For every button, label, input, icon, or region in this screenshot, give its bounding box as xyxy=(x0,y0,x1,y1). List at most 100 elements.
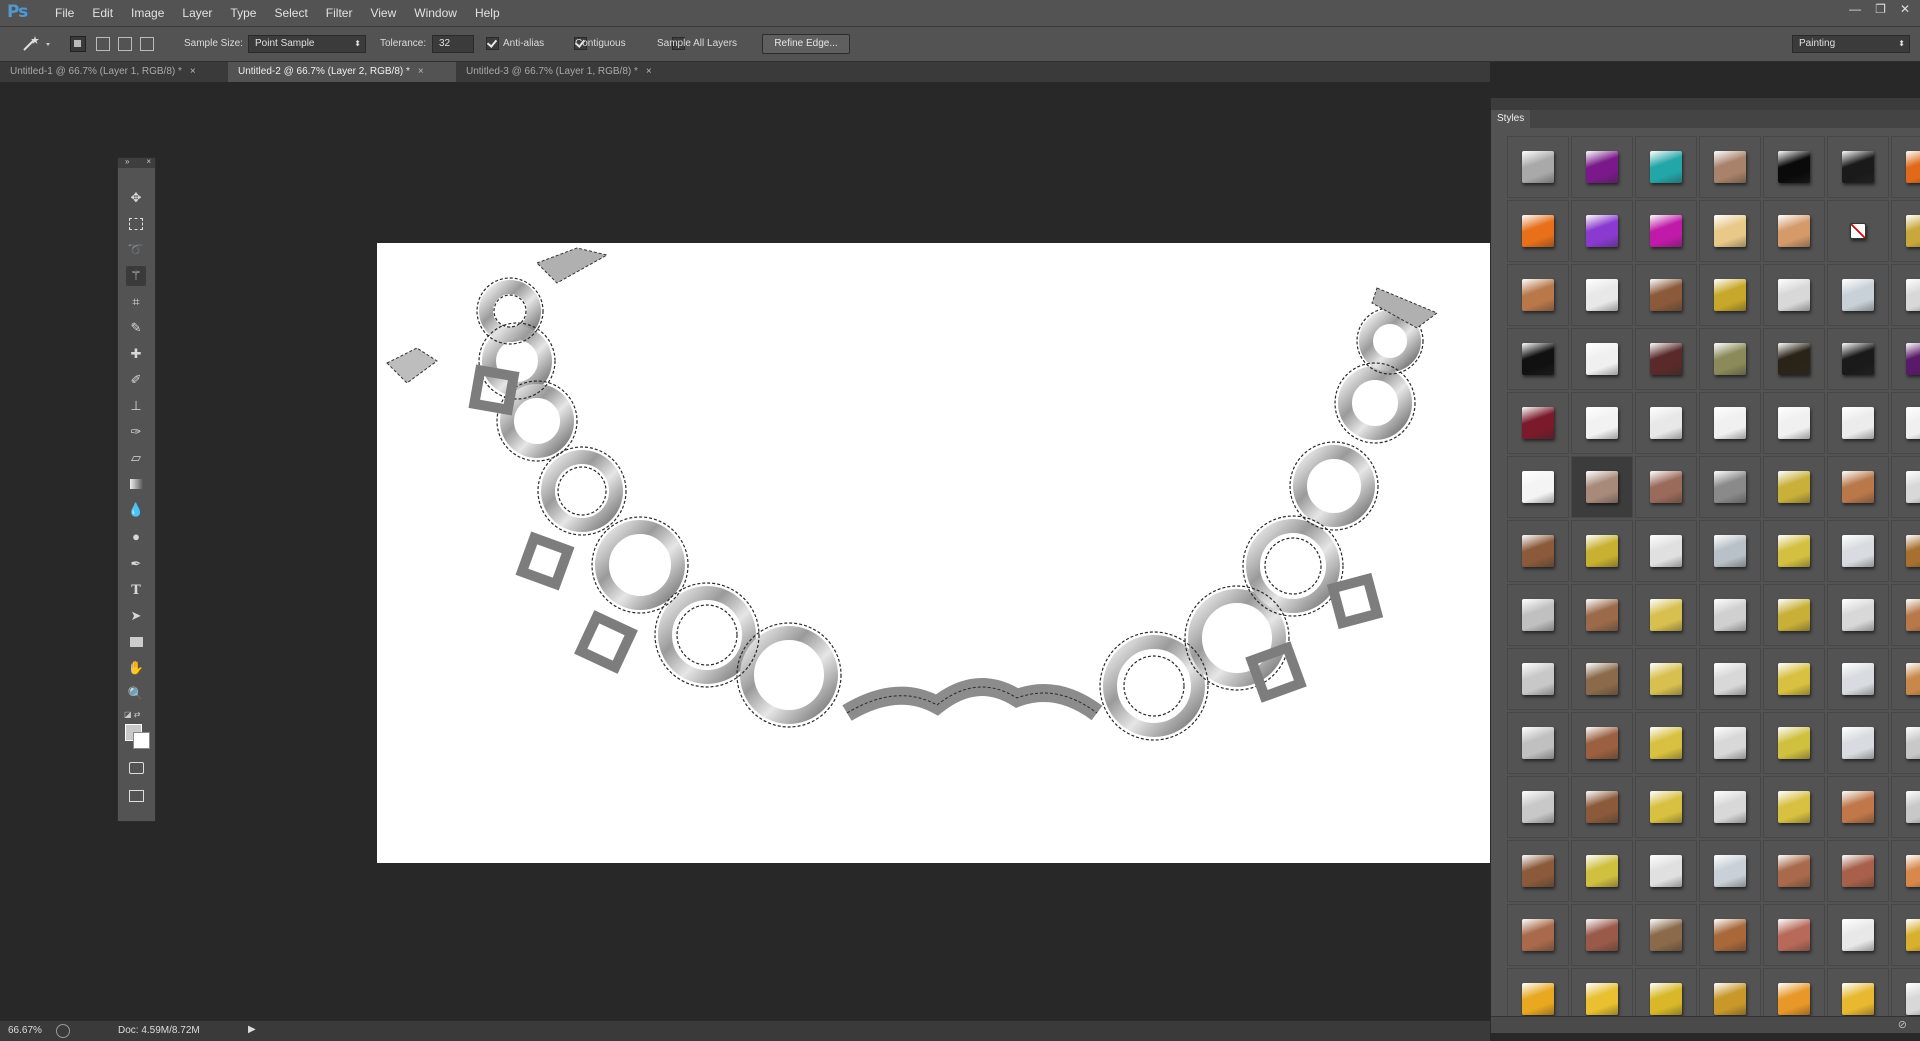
style-swatch[interactable] xyxy=(1571,328,1633,390)
style-swatch[interactable] xyxy=(1699,392,1761,454)
zoom-tool-icon[interactable]: 🔍 xyxy=(126,684,146,704)
style-swatch[interactable] xyxy=(1507,776,1569,838)
style-swatch[interactable] xyxy=(1507,264,1569,326)
menu-edit[interactable]: Edit xyxy=(83,0,122,26)
style-swatch[interactable] xyxy=(1827,328,1889,390)
menu-layer[interactable]: Layer xyxy=(173,0,221,26)
style-swatch[interactable] xyxy=(1891,200,1920,262)
pen-tool-icon[interactable]: ✒ xyxy=(126,554,146,574)
style-swatch[interactable] xyxy=(1571,392,1633,454)
style-swatch[interactable] xyxy=(1891,584,1920,646)
style-swatch[interactable] xyxy=(1827,840,1889,902)
selection-mode-subtract-icon[interactable] xyxy=(118,37,132,51)
style-swatch[interactable] xyxy=(1635,328,1697,390)
style-swatch[interactable] xyxy=(1507,136,1569,198)
close-icon[interactable]: × xyxy=(418,66,424,77)
style-swatch[interactable] xyxy=(1571,584,1633,646)
minimize-button[interactable]: — xyxy=(1849,2,1861,16)
style-swatch[interactable] xyxy=(1763,328,1825,390)
move-tool-icon[interactable]: ✥ xyxy=(126,188,146,208)
style-swatch[interactable] xyxy=(1699,712,1761,774)
style-swatch[interactable] xyxy=(1571,264,1633,326)
style-swatch[interactable] xyxy=(1827,520,1889,582)
close-icon[interactable]: × xyxy=(190,66,196,77)
style-swatch[interactable] xyxy=(1699,200,1761,262)
tab-untitled-2[interactable]: Untitled-2 @ 66.7% (Layer 2, RGB/8) * × xyxy=(228,62,456,82)
style-swatch[interactable] xyxy=(1891,776,1920,838)
menu-file[interactable]: File xyxy=(46,0,83,26)
magic-wand-preset-icon[interactable] xyxy=(18,34,52,54)
menu-select[interactable]: Select xyxy=(265,0,316,26)
style-swatch[interactable] xyxy=(1891,136,1920,198)
quick-mask-icon[interactable] xyxy=(126,758,146,778)
style-swatch[interactable] xyxy=(1635,264,1697,326)
style-swatch[interactable] xyxy=(1763,904,1825,966)
style-swatch[interactable] xyxy=(1571,136,1633,198)
crop-tool-icon[interactable]: ⌗ xyxy=(126,292,146,312)
style-swatch[interactable] xyxy=(1763,136,1825,198)
status-menu-arrow-icon[interactable]: ▶ xyxy=(248,1024,256,1035)
style-swatch[interactable] xyxy=(1635,584,1697,646)
close-button[interactable]: ✕ xyxy=(1900,2,1910,16)
style-swatch[interactable] xyxy=(1699,136,1761,198)
style-swatch[interactable] xyxy=(1891,328,1920,390)
style-swatch[interactable] xyxy=(1763,712,1825,774)
style-swatch[interactable] xyxy=(1507,328,1569,390)
style-swatch[interactable] xyxy=(1891,648,1920,710)
refine-edge-button[interactable]: Refine Edge... xyxy=(762,34,850,54)
style-swatch[interactable] xyxy=(1635,392,1697,454)
delete-style-icon[interactable]: ⊘ xyxy=(1898,1018,1907,1031)
tools-panel-header[interactable]: » × xyxy=(118,157,155,168)
style-swatch[interactable] xyxy=(1763,840,1825,902)
style-swatch[interactable] xyxy=(1571,840,1633,902)
blur-tool-icon[interactable]: 💧 xyxy=(126,500,146,520)
style-swatch[interactable] xyxy=(1507,200,1569,262)
style-swatch[interactable] xyxy=(1571,648,1633,710)
style-swatch[interactable] xyxy=(1763,648,1825,710)
style-swatch[interactable] xyxy=(1699,776,1761,838)
close-icon[interactable]: × xyxy=(146,157,151,166)
selection-mode-new-icon[interactable] xyxy=(70,36,86,52)
tab-styles[interactable]: Styles xyxy=(1491,110,1531,128)
style-swatch[interactable] xyxy=(1635,968,1697,1016)
style-swatch[interactable] xyxy=(1891,840,1920,902)
menu-filter[interactable]: Filter xyxy=(317,0,362,26)
zoom-level[interactable]: 66.67% xyxy=(8,1025,42,1036)
style-swatch[interactable] xyxy=(1507,392,1569,454)
menu-window[interactable]: Window xyxy=(405,0,466,26)
rectangle-tool-icon[interactable] xyxy=(126,632,146,652)
style-swatch[interactable] xyxy=(1635,712,1697,774)
close-icon[interactable]: × xyxy=(646,66,652,77)
style-swatch[interactable] xyxy=(1699,584,1761,646)
style-swatch[interactable] xyxy=(1507,584,1569,646)
swap-colors-icon[interactable]: ◪ ⇄ xyxy=(124,710,148,720)
tolerance-input[interactable]: 32 xyxy=(432,35,474,53)
style-swatch[interactable] xyxy=(1827,776,1889,838)
style-swatch[interactable] xyxy=(1635,648,1697,710)
style-swatch[interactable] xyxy=(1571,200,1633,262)
menu-image[interactable]: Image xyxy=(122,0,173,26)
sample-size-dropdown[interactable]: Point Sample ⬍ xyxy=(248,35,366,53)
style-swatch[interactable] xyxy=(1635,904,1697,966)
style-swatch[interactable] xyxy=(1763,200,1825,262)
menu-help[interactable]: Help xyxy=(466,0,509,26)
eyedropper-tool-icon[interactable]: ✎ xyxy=(126,318,146,338)
style-swatch[interactable] xyxy=(1699,456,1761,518)
style-swatch[interactable] xyxy=(1571,456,1633,518)
style-swatch[interactable] xyxy=(1827,200,1889,262)
clone-stamp-tool-icon[interactable]: ⊥ xyxy=(126,396,146,416)
style-swatch[interactable] xyxy=(1699,264,1761,326)
style-swatch[interactable] xyxy=(1763,456,1825,518)
style-swatch[interactable] xyxy=(1507,648,1569,710)
style-swatch[interactable] xyxy=(1763,520,1825,582)
style-swatch[interactable] xyxy=(1891,264,1920,326)
style-swatch[interactable] xyxy=(1507,456,1569,518)
restore-button[interactable]: ❐ xyxy=(1875,2,1886,16)
healing-brush-tool-icon[interactable]: ✚ xyxy=(126,344,146,364)
menu-type[interactable]: Type xyxy=(221,0,265,26)
style-swatch[interactable] xyxy=(1763,584,1825,646)
style-swatch[interactable] xyxy=(1763,968,1825,1016)
selection-mode-intersect-icon[interactable] xyxy=(140,37,154,51)
style-swatch[interactable] xyxy=(1699,520,1761,582)
collapse-icon[interactable]: » xyxy=(125,157,129,166)
